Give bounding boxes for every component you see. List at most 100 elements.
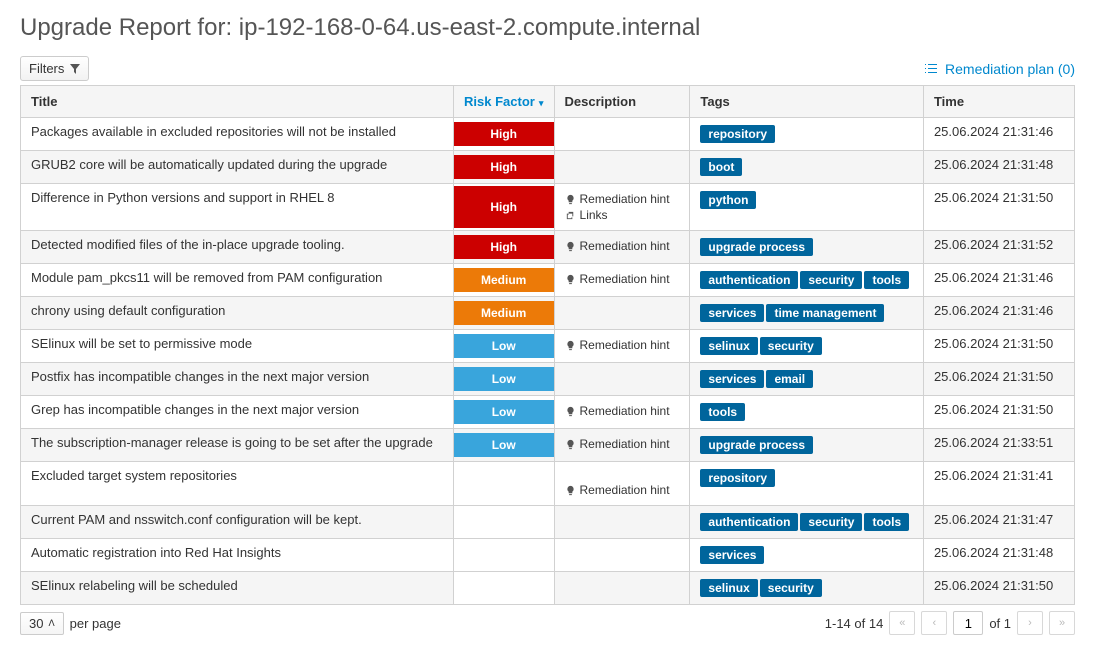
table-row[interactable]: The subscription-manager release is goin… [21, 429, 1075, 462]
cell-title: Current PAM and nsswitch.conf configurat… [21, 506, 454, 539]
cell-time: 25.06.2024 21:31:47 [923, 506, 1074, 539]
next-page-button[interactable]: › [1017, 611, 1043, 635]
tag[interactable]: boot [700, 158, 742, 176]
cell-description: Remediation hint [554, 330, 690, 363]
remediation-hint: Remediation hint [565, 437, 680, 451]
risk-badge: Medium [454, 301, 554, 325]
remediation-plan-label: Remediation plan (0) [945, 61, 1075, 77]
cell-title: Detected modified files of the in-place … [21, 231, 454, 264]
table-row[interactable]: Grep has incompatible changes in the nex… [21, 396, 1075, 429]
cell-description [554, 363, 690, 396]
cell-time: 25.06.2024 21:33:51 [923, 429, 1074, 462]
cell-risk: Medium [453, 264, 554, 297]
cell-risk: Medium [453, 297, 554, 330]
filters-button[interactable]: Filters [20, 56, 89, 81]
remediation-plan-link[interactable]: Remediation plan (0) [923, 61, 1075, 77]
cell-risk: Low [453, 429, 554, 462]
risk-badge: Low [454, 367, 554, 391]
table-row[interactable]: Packages available in excluded repositor… [21, 118, 1075, 151]
page-title: Upgrade Report for: ip-192-168-0-64.us-e… [20, 14, 1075, 42]
tag[interactable]: security [760, 337, 822, 355]
col-header-description[interactable]: Description [554, 86, 690, 118]
cell-title: Grep has incompatible changes in the nex… [21, 396, 454, 429]
tag[interactable]: python [700, 191, 756, 209]
tag[interactable]: services [700, 546, 764, 564]
cell-risk: High [453, 231, 554, 264]
table-row[interactable]: GRUB2 core will be automatically updated… [21, 151, 1075, 184]
first-page-button[interactable]: « [889, 611, 915, 635]
tag[interactable]: email [766, 370, 813, 388]
table-row[interactable]: SElinux will be set to permissive modeLo… [21, 330, 1075, 363]
table-row[interactable]: Difference in Python versions and suppor… [21, 184, 1075, 231]
cell-tags: repository [690, 118, 924, 151]
cell-tags: authenticationsecuritytools [690, 264, 924, 297]
cell-time: 25.06.2024 21:31:50 [923, 396, 1074, 429]
cell-tags: selinuxsecurity [690, 330, 924, 363]
tag[interactable]: time management [766, 304, 884, 322]
cell-tags: python [690, 184, 924, 231]
table-row[interactable]: chrony using default configurationMedium… [21, 297, 1075, 330]
tag[interactable]: upgrade process [700, 436, 813, 454]
page-input[interactable] [953, 611, 983, 635]
page-range: 1-14 of 14 [825, 616, 884, 631]
tag[interactable]: services [700, 370, 764, 388]
tag[interactable]: security [800, 513, 862, 531]
col-header-risk[interactable]: Risk Factor▾ [453, 86, 554, 118]
cell-description [554, 539, 690, 572]
tag[interactable]: repository [700, 469, 775, 487]
cell-title: Postfix has incompatible changes in the … [21, 363, 454, 396]
filter-icon [70, 64, 80, 74]
table-row[interactable]: Current PAM and nsswitch.conf configurat… [21, 506, 1075, 539]
cell-time: 25.06.2024 21:31:46 [923, 118, 1074, 151]
table-row[interactable]: Excluded target system repositoriesRemed… [21, 462, 1075, 506]
cell-description [554, 506, 690, 539]
cell-description: Remediation hintLinks [554, 184, 690, 231]
cell-tags: upgrade process [690, 231, 924, 264]
tag[interactable]: tools [700, 403, 745, 421]
cell-title: Automatic registration into Red Hat Insi… [21, 539, 454, 572]
cell-time: 25.06.2024 21:31:50 [923, 572, 1074, 605]
cell-time: 25.06.2024 21:31:48 [923, 151, 1074, 184]
table-row[interactable]: Automatic registration into Red Hat Insi… [21, 539, 1075, 572]
table-row[interactable]: Postfix has incompatible changes in the … [21, 363, 1075, 396]
cell-time: 25.06.2024 21:31:41 [923, 462, 1074, 506]
tag[interactable]: tools [864, 513, 909, 531]
tag[interactable]: authentication [700, 271, 798, 289]
prev-page-button[interactable]: ‹ [921, 611, 947, 635]
cell-tags: authenticationsecuritytools [690, 506, 924, 539]
col-header-tags[interactable]: Tags [690, 86, 924, 118]
per-page-select[interactable]: 30 ᐱ [20, 612, 64, 635]
cell-title: Packages available in excluded repositor… [21, 118, 454, 151]
tag[interactable]: selinux [700, 579, 757, 597]
cell-risk: Low [453, 363, 554, 396]
tag[interactable]: upgrade process [700, 238, 813, 256]
cell-time: 25.06.2024 21:31:48 [923, 539, 1074, 572]
cell-title: Excluded target system repositories [21, 462, 454, 506]
tag[interactable]: security [760, 579, 822, 597]
cell-risk: Low [453, 330, 554, 363]
tag[interactable]: services [700, 304, 764, 322]
col-header-time[interactable]: Time [923, 86, 1074, 118]
list-icon [923, 61, 939, 77]
tag[interactable]: authentication [700, 513, 798, 531]
tag[interactable]: selinux [700, 337, 757, 355]
per-page-group: 30 ᐱ per page [20, 612, 121, 635]
table-row[interactable]: Detected modified files of the in-place … [21, 231, 1075, 264]
tag[interactable]: tools [864, 271, 909, 289]
cell-risk: High [453, 151, 554, 184]
cell-risk: High [453, 184, 554, 231]
col-header-title[interactable]: Title [21, 86, 454, 118]
remediation-hint: Remediation hint [565, 338, 680, 352]
tag[interactable]: repository [700, 125, 775, 143]
cell-title: SElinux relabeling will be scheduled [21, 572, 454, 605]
cell-tags: tools [690, 396, 924, 429]
risk-badge: High [454, 155, 554, 179]
last-page-button[interactable]: » [1049, 611, 1075, 635]
remediation-hint: Remediation hint [565, 272, 680, 286]
tag[interactable]: security [800, 271, 862, 289]
cell-title: SElinux will be set to permissive mode [21, 330, 454, 363]
risk-badge: High [454, 122, 554, 146]
table-row[interactable]: SElinux relabeling will be scheduled seli… [21, 572, 1075, 605]
cell-tags: boot [690, 151, 924, 184]
table-row[interactable]: Module pam_pkcs11 will be removed from P… [21, 264, 1075, 297]
